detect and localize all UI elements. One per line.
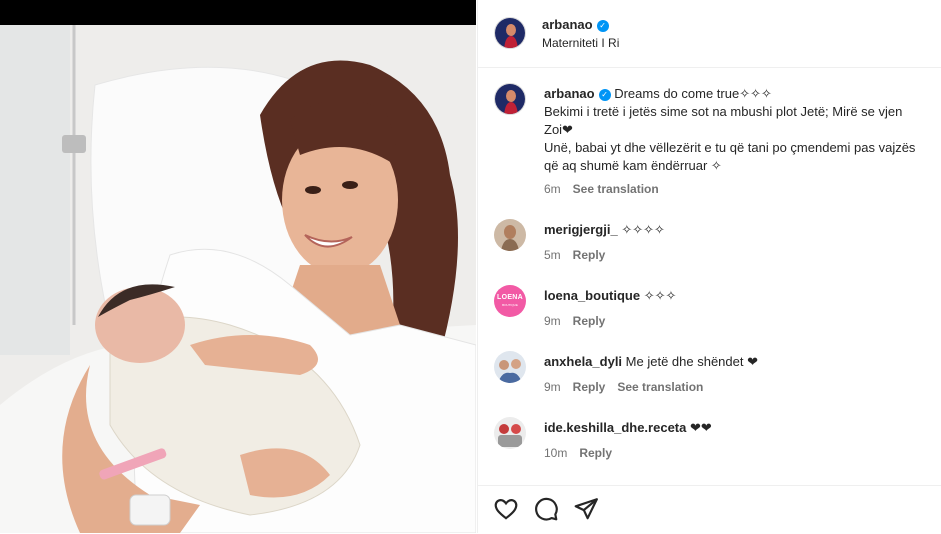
caption-translate-link[interactable]: See translation bbox=[573, 182, 659, 196]
comment-text: anxhela_dyli Me jetë dhe shëndet ❤ bbox=[544, 353, 758, 371]
caption-line-1: Dreams do come true✧✧✧ bbox=[614, 86, 772, 101]
comment-username[interactable]: merigjergji_ bbox=[544, 222, 618, 237]
comment-avatar[interactable]: LOENA BOUTIQUE bbox=[494, 285, 526, 317]
comment-time[interactable]: 10m bbox=[544, 446, 567, 460]
comment-username[interactable]: ide.keshilla_dhe.receta bbox=[544, 420, 686, 435]
comment-avatar[interactable] bbox=[494, 351, 526, 383]
comment-text: loena_boutique ✧✧✧ bbox=[544, 287, 676, 305]
verified-badge-icon: ✓ bbox=[598, 89, 611, 101]
comment-translate-link[interactable]: See translation bbox=[617, 380, 703, 394]
comment-body: ✧✧✧✧ bbox=[621, 222, 665, 237]
comment-username[interactable]: anxhela_dyli bbox=[544, 354, 622, 369]
comment-body: ❤❤ bbox=[689, 420, 712, 435]
comment-meta: 10m Reply bbox=[544, 446, 612, 460]
avatar-image-icon bbox=[494, 417, 526, 449]
author-username[interactable]: arbanao bbox=[542, 17, 593, 32]
avatar-image-icon bbox=[494, 219, 526, 251]
comment-icon[interactable] bbox=[533, 496, 559, 522]
share-icon[interactable] bbox=[573, 496, 599, 522]
comment-avatar[interactable] bbox=[494, 219, 526, 251]
avatar-image-icon bbox=[495, 18, 525, 48]
loena-logo-text: LOENA bbox=[497, 294, 523, 301]
comment-text: ide.keshilla_dhe.receta ❤❤ bbox=[544, 419, 712, 437]
top-black-bar bbox=[0, 0, 476, 25]
post-location[interactable]: Materniteti I Ri bbox=[542, 36, 619, 50]
heart-icon[interactable] bbox=[493, 496, 519, 522]
caption-line-3: Zoi❤ bbox=[544, 122, 573, 137]
author-line: arbanao ✓ bbox=[542, 16, 609, 34]
comment-reply-button[interactable]: Reply bbox=[573, 380, 606, 394]
caption-meta: 6m See translation bbox=[544, 182, 659, 196]
avatar-image-icon bbox=[495, 84, 525, 114]
comment-meta: 9m Reply See translation bbox=[544, 380, 703, 394]
comment-reply-button[interactable]: Reply bbox=[579, 446, 612, 460]
post-image[interactable] bbox=[0, 25, 476, 533]
caption-username[interactable]: arbanao bbox=[544, 86, 595, 101]
comment-reply-button[interactable]: Reply bbox=[573, 248, 606, 262]
post-action-bar bbox=[478, 485, 941, 534]
comment-reply-button[interactable]: Reply bbox=[573, 314, 606, 328]
caption-line-4: Unë, babai yt dhe vëllezërit e tu që tan… bbox=[544, 140, 916, 155]
comment-meta: 9m Reply bbox=[544, 314, 605, 328]
comment-username[interactable]: loena_boutique bbox=[544, 288, 640, 303]
caption-avatar[interactable] bbox=[494, 83, 526, 115]
comment-time[interactable]: 9m bbox=[544, 314, 561, 328]
avatar-image-icon bbox=[494, 351, 526, 383]
comment-text: merigjergji_ ✧✧✧✧ bbox=[544, 221, 665, 239]
comment-time[interactable]: 5m bbox=[544, 248, 561, 262]
post-photo-illustration bbox=[0, 25, 476, 533]
comment-body: Me jetë dhe shëndet ❤ bbox=[625, 354, 758, 369]
caption-line-2: Bekimi i tretë i jetës sime sot na mbush… bbox=[544, 104, 903, 119]
verified-badge-icon: ✓ bbox=[596, 20, 609, 32]
caption-time[interactable]: 6m bbox=[544, 182, 561, 196]
comment-time[interactable]: 9m bbox=[544, 380, 561, 394]
author-avatar[interactable] bbox=[494, 17, 526, 49]
post-side-panel: arbanao ✓ Materniteti I Ri arbanao ✓ Dream… bbox=[477, 0, 941, 533]
caption-text: arbanao ✓ Dreams do come true✧✧✧ Bekimi i… bbox=[544, 85, 941, 175]
caption-line-5: që aq shumë kam ëndërruar ✧ bbox=[544, 158, 722, 173]
comment-body: ✧✧✧ bbox=[643, 288, 677, 303]
post-header: arbanao ✓ Materniteti I Ri bbox=[478, 0, 941, 68]
comment-avatar[interactable] bbox=[494, 417, 526, 449]
loena-logo-sub: BOUTIQUE bbox=[502, 303, 518, 307]
comment-meta: 5m Reply bbox=[544, 248, 605, 262]
